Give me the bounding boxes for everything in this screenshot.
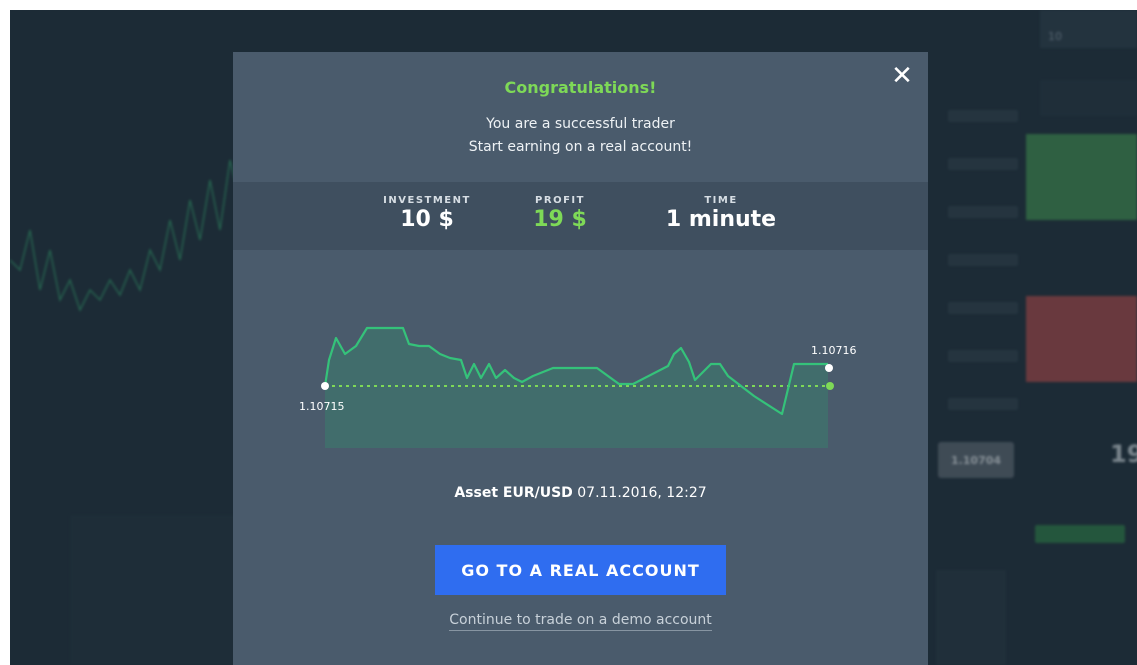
profit-label: PROFIT	[535, 195, 585, 206]
app-frame: 1.10704 10 19 ✕ Congratulations! You are…	[10, 10, 1137, 665]
go-to-real-account-button[interactable]: GO TO A REAL ACCOUNT	[435, 545, 726, 595]
background-news-panel	[70, 515, 240, 665]
time-label: TIME	[704, 195, 738, 206]
chart-start-price: 1.10715	[299, 400, 345, 413]
continue-demo-link[interactable]: Continue to trade on a demo account	[449, 612, 712, 631]
background-call-button	[1026, 134, 1137, 220]
stat-investment: INVESTMENT 10 $	[367, 195, 487, 232]
success-modal: ✕ Congratulations! You are a successful …	[233, 52, 928, 665]
modal-title: Congratulations!	[504, 78, 657, 97]
asset-datetime: 07.11.2016, 12:27	[577, 485, 707, 501]
background-offer-panel	[936, 570, 1006, 665]
chart-area-fill	[325, 328, 828, 448]
investment-value: 10 $	[400, 207, 454, 232]
background-amount-input: 10	[1040, 10, 1137, 48]
chart-start-point	[321, 382, 329, 390]
time-value: 1 minute	[665, 207, 777, 232]
modal-subtitle-2: Start earning on a real account!	[468, 139, 693, 155]
background-badge-right	[1035, 525, 1125, 543]
chart-end-point	[825, 364, 833, 372]
chart-end-price: 1.10716	[811, 344, 857, 357]
background-put-button	[1026, 296, 1137, 382]
background-price-tag: 1.10704	[938, 442, 1014, 478]
profit-value: 19 $	[533, 207, 587, 232]
trade-result-chart: 1.10715 1.10716	[299, 326, 857, 448]
asset-info: Asset EUR/USD 07.11.2016, 12:27	[233, 485, 928, 501]
chart-end-baseline-point	[826, 382, 834, 390]
asset-name: Asset EUR/USD	[454, 485, 573, 501]
trade-stats-bar: INVESTMENT 10 $ PROFIT 19 $ TIME 1 minut…	[233, 182, 928, 250]
background-checkbox	[1040, 80, 1137, 116]
investment-label: INVESTMENT	[383, 195, 471, 206]
background-price-scale	[940, 10, 1030, 665]
background-side-number: 19	[1110, 440, 1137, 468]
stat-profit: PROFIT 19 $	[525, 195, 595, 232]
modal-subtitle-1: You are a successful trader	[486, 116, 675, 132]
demo-account-link-wrap: Continue to trade on a demo account	[233, 612, 928, 631]
stat-time: TIME 1 minute	[651, 195, 791, 232]
